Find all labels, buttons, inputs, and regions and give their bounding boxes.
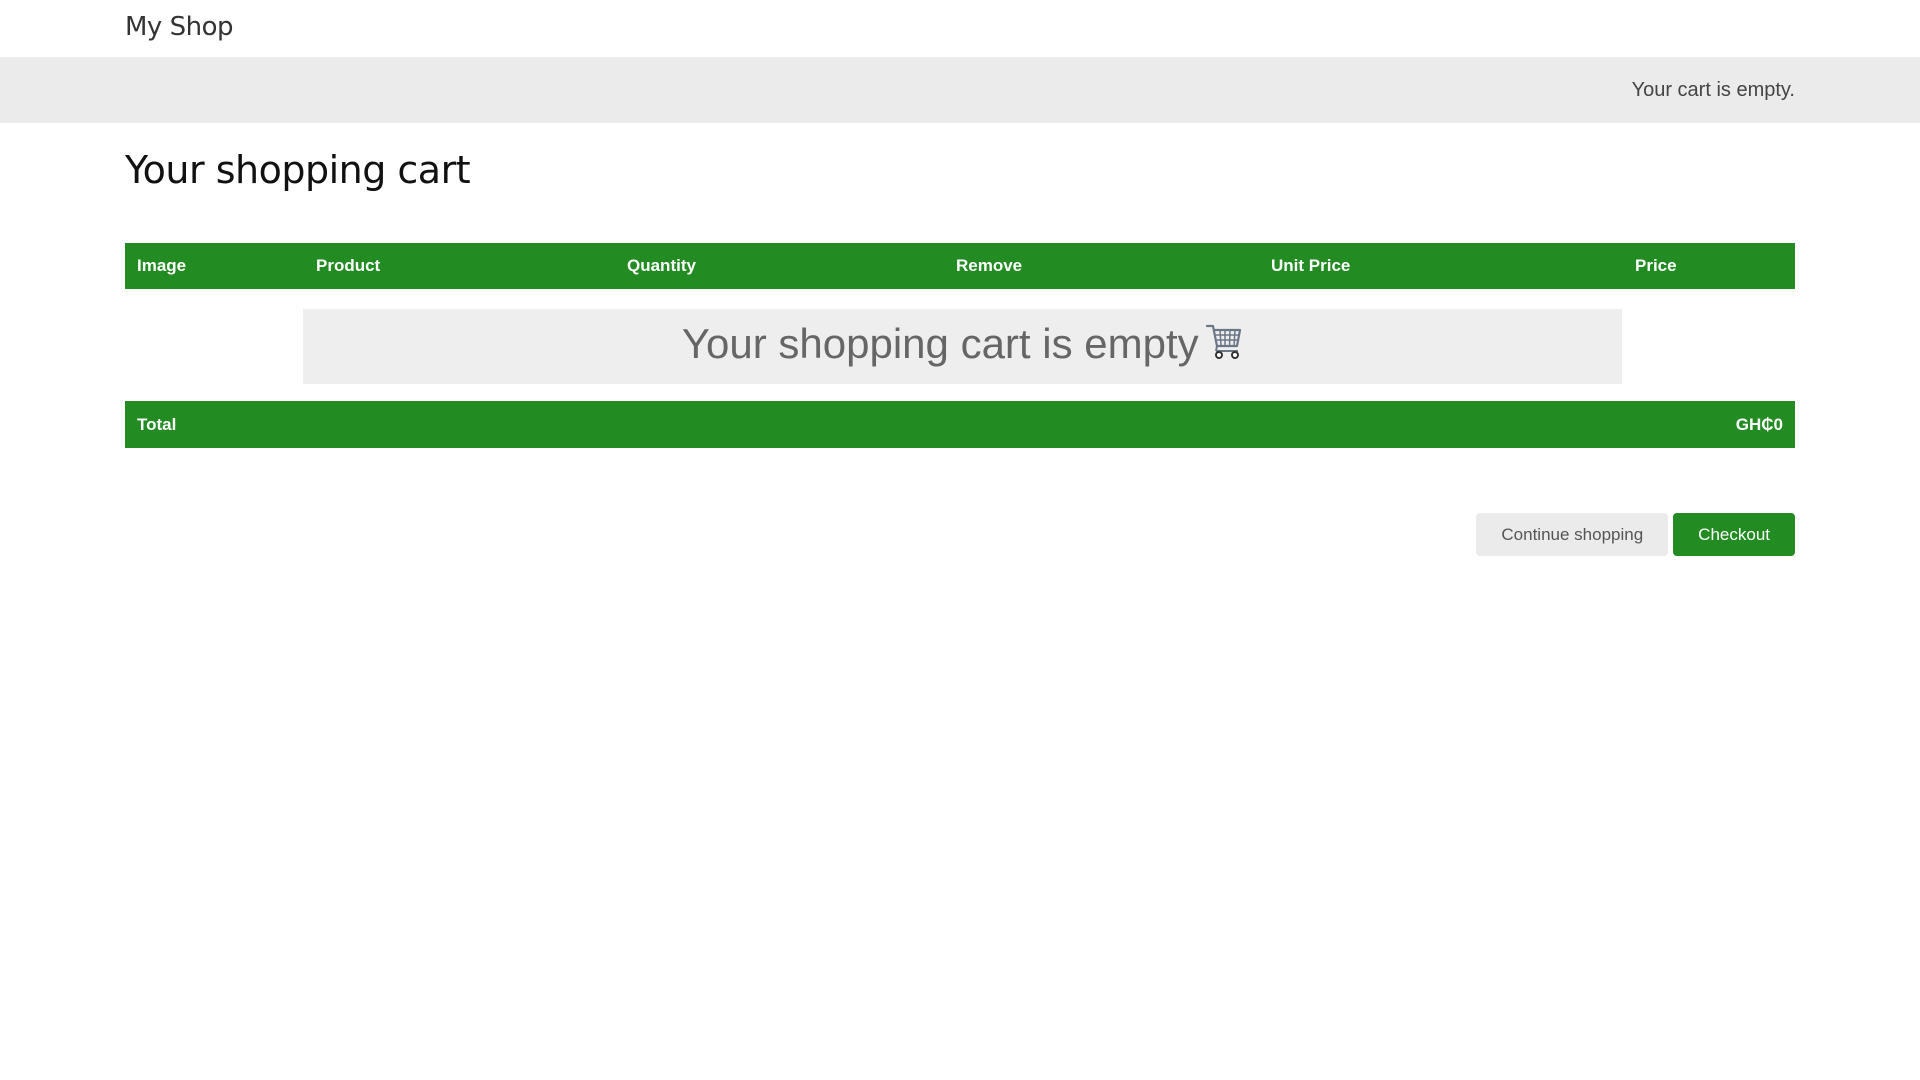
- column-header-unit-price: Unit Price: [1271, 256, 1351, 275]
- total-label: Total: [137, 415, 177, 434]
- total-value: GH₵0: [1735, 415, 1783, 434]
- column-header-image: Image: [137, 256, 187, 275]
- cart-actions: Continue shopping Checkout: [1476, 513, 1795, 556]
- empty-cart-message-box: Your shopping cart is empty: [303, 309, 1622, 384]
- site-header: My Shop: [0, 0, 1920, 57]
- cart-table: Image Product Quantity Remove Unit Price…: [125, 243, 1795, 448]
- column-header-quantity: Quantity: [627, 256, 696, 275]
- cart-table-header: Image Product Quantity Remove Unit Price…: [125, 243, 1795, 289]
- column-header-product: Product: [316, 256, 381, 275]
- empty-cart-message: Your shopping cart is empty: [681, 320, 1199, 367]
- cart-status-bar: Your cart is empty.: [0, 57, 1920, 123]
- empty-cart-row: Your shopping cart is empty: [125, 289, 1795, 401]
- site-logo[interactable]: My Shop: [125, 12, 233, 42]
- page-title: Your shopping cart: [125, 148, 471, 192]
- column-header-price: Price: [1635, 256, 1677, 275]
- cart-table-footer: Total GH₵0: [125, 401, 1795, 448]
- cart-status-text: Your cart is empty.: [1631, 79, 1795, 101]
- column-header-remove: Remove: [956, 256, 1023, 275]
- continue-shopping-button[interactable]: Continue shopping: [1476, 513, 1669, 556]
- shopping-cart-icon: [1205, 320, 1243, 365]
- checkout-button[interactable]: Checkout: [1673, 513, 1795, 556]
